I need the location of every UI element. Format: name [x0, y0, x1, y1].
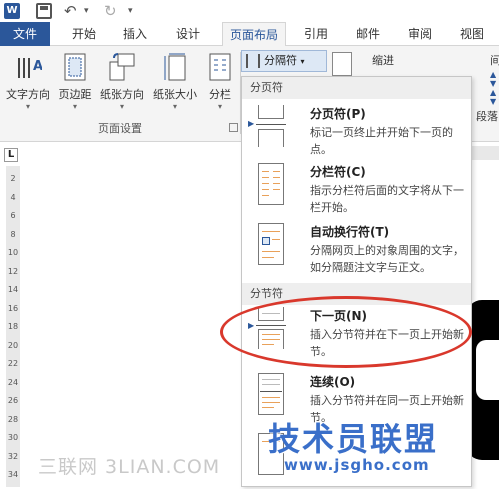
svg-text:A: A: [33, 59, 42, 74]
tab-design[interactable]: 设计: [166, 22, 210, 46]
menu-item-description: 标记一页终止并开始下一页的点。: [310, 126, 453, 156]
redo-icon[interactable]: ↻: [104, 3, 120, 19]
line-numbers-icon[interactable]: [332, 52, 352, 76]
menu-item-title: 连续(O): [310, 375, 356, 389]
orientation-label: 纸张方向: [100, 88, 144, 101]
undo-icon[interactable]: ↶: [64, 3, 80, 19]
tab-insert[interactable]: 插入: [113, 22, 157, 46]
menu-item-description: 分隔网页上的对象周围的文字，如分隔题注文字与正文。: [310, 244, 464, 274]
paragraph-group-label: 段落: [476, 110, 498, 123]
ruler-tick-label: 10: [7, 248, 19, 257]
ruler-tick-label: 20: [7, 340, 19, 350]
highlight-circle: [220, 296, 472, 368]
size-label: 纸张大小: [153, 88, 197, 101]
indent-label: 缩进: [372, 54, 394, 67]
ruler-tick-label: 8: [10, 229, 16, 239]
text-direction-label: 文字方向: [6, 88, 50, 101]
spin-down-icon[interactable]: ▼: [490, 79, 499, 88]
ruler-tick-label: 26: [7, 396, 19, 405]
columns-icon: [209, 53, 231, 81]
ruler-tick-label: 24: [7, 377, 19, 387]
tab-page-layout[interactable]: 页面布局: [222, 22, 286, 47]
vertical-ruler[interactable]: 2 4 6 8 10 12 14 16 18 20 22 24 26 28 30 32 34: [6, 166, 20, 487]
tab-references[interactable]: 引用: [294, 22, 338, 46]
chevron-down-icon: ▾: [25, 102, 30, 111]
spacing-header-label: 间: [490, 54, 499, 67]
spin-down-icon[interactable]: ▼: [490, 97, 499, 106]
tab-home[interactable]: 开始: [62, 22, 106, 46]
margins-label: 页边距: [58, 88, 92, 101]
orientation-icon: [109, 53, 135, 81]
undo-dropdown-icon[interactable]: ▾: [84, 3, 100, 19]
ruler-tick-label: 12: [7, 266, 19, 276]
menu-item-column-break[interactable]: 分栏符(C) 指示分栏符后面的文字将从下一栏开始。: [242, 157, 471, 219]
page-break-icon: [256, 105, 286, 147]
watermark-url: www.jsgho.com: [284, 456, 430, 474]
menu-item-title: 分栏符(C): [310, 165, 366, 179]
breaks-icon: [246, 54, 260, 68]
text-direction-icon: A: [18, 58, 42, 78]
menu-item-title: 自动换行符(T): [310, 225, 390, 239]
menu-item-description: 指示分栏符后面的文字将从下一栏开始。: [310, 184, 464, 214]
columns-button[interactable]: 分栏 ▾: [202, 52, 238, 118]
ruler-tick-label: 4: [10, 192, 16, 202]
customize-qat-icon[interactable]: ▾: [128, 3, 144, 19]
orientation-button[interactable]: 纸张方向 ▾: [96, 52, 148, 118]
tab-mailings[interactable]: 邮件: [346, 22, 390, 46]
columns-label: 分栏: [209, 88, 231, 101]
tab-view[interactable]: 视图: [450, 22, 494, 46]
tab-selector-icon[interactable]: L: [4, 148, 18, 162]
chevron-down-icon: ▾: [119, 102, 124, 111]
breaks-button-label: 分隔符: [264, 54, 297, 67]
menu-item-text-wrapping[interactable]: 自动换行符(T) 分隔网页上的对象周围的文字，如分隔题注文字与正文。: [242, 217, 471, 279]
page-breaks-header: 分页符: [242, 77, 471, 99]
continuous-section-icon: [258, 373, 284, 415]
chevron-down-icon: ▾: [217, 102, 222, 111]
ruler-tick-label: 14: [7, 285, 19, 294]
ruler-tick-label: 18: [7, 322, 19, 331]
pointer-marker-icon: ▶: [248, 119, 255, 128]
ruler-tick-label: 2: [10, 174, 16, 183]
spin-up-icon[interactable]: ▲: [490, 70, 499, 79]
menu-item-page-break[interactable]: ▶ 分页符(P) 标记一页终止并开始下一页的点。: [242, 99, 471, 161]
chevron-down-icon: ▾: [72, 102, 77, 111]
ruler-tick-label: 34: [7, 470, 19, 479]
tab-file[interactable]: 文件: [0, 22, 50, 46]
ruler-tick-label: 22: [7, 359, 19, 368]
ribbon-tabs: 文件 开始 插入 设计 页面布局 引用 邮件 审阅 视图: [0, 22, 499, 47]
ruler-tick-label: 28: [7, 414, 19, 424]
ruler-tick-label: 16: [7, 303, 19, 313]
page-setup-dialog-launcher-icon[interactable]: [229, 123, 238, 132]
breaks-button[interactable]: 分隔符 ▾: [241, 50, 327, 72]
watermark-jsgho: 技术员联盟: [268, 420, 439, 458]
watermark-3lian: 三联网 3LIAN.COM: [38, 456, 221, 478]
size-button[interactable]: 纸张大小 ▾: [148, 52, 202, 118]
page-size-icon: [164, 53, 186, 81]
ruler-tick-label: 30: [7, 433, 19, 442]
text-wrapping-break-icon: [258, 223, 284, 265]
column-break-icon: [258, 163, 284, 205]
chevron-down-icon: ▾: [172, 102, 177, 111]
tab-review[interactable]: 审阅: [398, 22, 442, 46]
quick-access-toolbar: W ↶ ▾ ↻ ▾: [0, 0, 499, 22]
text-direction-button[interactable]: A 文字方向 ▾: [2, 52, 54, 118]
chevron-down-icon: ▾: [300, 57, 305, 66]
margins-button[interactable]: 页边距 ▾: [54, 52, 96, 118]
ruler-tick-label: 6: [10, 211, 16, 220]
menu-item-title: 分页符(P): [310, 107, 366, 121]
spacing-spinner[interactable]: ▲ ▼ ▲ ▼: [490, 70, 499, 110]
page-setup-group-label: 页面设置: [98, 122, 142, 135]
margins-icon: [64, 53, 86, 81]
ruler-tick-label: 32: [7, 451, 19, 461]
word-app-icon[interactable]: W: [4, 3, 20, 19]
save-icon[interactable]: [36, 3, 52, 19]
spin-up-icon[interactable]: ▲: [490, 88, 499, 97]
